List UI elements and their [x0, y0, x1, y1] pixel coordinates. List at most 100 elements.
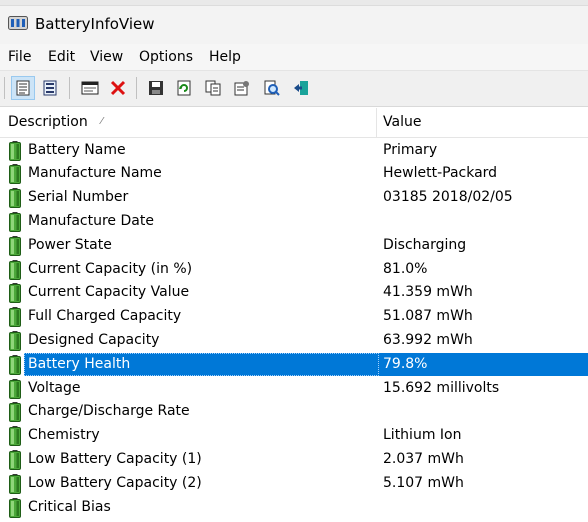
row-description: Low Battery Capacity (1)	[28, 450, 202, 467]
toolbar	[0, 70, 588, 107]
row-description: Power State	[28, 236, 112, 253]
row-value: Lithium Ion	[383, 427, 462, 444]
refresh-icon	[177, 80, 191, 96]
copy-button[interactable]	[201, 76, 225, 100]
properties-icon	[234, 81, 249, 96]
table-row[interactable]: Serial Number 03185 2018/02/05	[0, 186, 588, 210]
row-description: Charge/Discharge Rate	[28, 403, 190, 420]
table-row[interactable]: Battery Health 79.8%	[0, 352, 588, 377]
menu-view[interactable]: View	[90, 49, 123, 65]
table-row[interactable]: Designed Capacity 63.992 mWh	[0, 329, 588, 353]
row-description: Full Charged Capacity	[28, 308, 182, 325]
battery-icon	[9, 140, 21, 161]
row-description: Low Battery Capacity (2)	[28, 474, 202, 491]
column-header-description[interactable]: Description	[8, 114, 88, 130]
save-button[interactable]	[144, 76, 168, 100]
menu-file[interactable]: File	[8, 49, 31, 65]
row-description: Critical Bias	[28, 498, 111, 515]
row-value: 41.359 mWh	[383, 284, 473, 301]
toolbar-separator	[69, 77, 70, 99]
row-description: Battery Name	[28, 141, 126, 158]
toolbar-separator	[4, 77, 5, 99]
row-value: Hewlett-Packard	[383, 165, 498, 182]
table-row[interactable]: Voltage 15.692 millivolts	[0, 377, 588, 401]
delete-icon	[110, 80, 126, 96]
battery-icon	[9, 330, 21, 351]
table-row[interactable]: Current Capacity (in %) 81.0%	[0, 258, 588, 282]
menu-bar: File Edit View Options Help	[0, 44, 588, 70]
row-description: Designed Capacity	[28, 331, 160, 348]
battery-icon	[9, 235, 21, 256]
copy-icon	[205, 80, 221, 96]
battery-icon	[9, 497, 21, 518]
app-battery-icon	[8, 16, 28, 30]
table-row[interactable]: Current Capacity Value 41.359 mWh	[0, 281, 588, 305]
battery-icon	[9, 402, 21, 423]
row-description: Current Capacity Value	[28, 284, 190, 301]
battery-icon	[9, 188, 21, 209]
battery-icon	[9, 354, 21, 375]
table-row[interactable]: Chemistry Lithium Ion	[0, 424, 588, 448]
column-header-value[interactable]: Value	[383, 114, 421, 130]
refresh-button[interactable]	[172, 76, 196, 100]
battery-icon	[9, 307, 21, 328]
row-value: 51.087 mWh	[383, 308, 473, 325]
row-value: Primary	[383, 141, 438, 158]
menu-options[interactable]: Options	[139, 49, 193, 65]
save-icon	[149, 81, 163, 95]
row-value: 15.692 millivolts	[383, 379, 500, 396]
row-description: Voltage	[28, 379, 81, 396]
row-value: 03185 2018/02/05	[383, 189, 513, 206]
table-row[interactable]: Critical Bias	[0, 496, 588, 520]
column-divider[interactable]	[376, 108, 377, 138]
table-row[interactable]: Low Battery Capacity (2) 5.107 mWh	[0, 472, 588, 496]
row-value: 2.037 mWh	[383, 450, 464, 467]
table-row[interactable]: Manufacture Date	[0, 210, 588, 234]
row-description: Battery Health	[28, 355, 131, 372]
row-description: Manufacture Name	[28, 165, 162, 182]
properties-button[interactable]	[230, 76, 254, 100]
monitor-window-button[interactable]	[78, 76, 102, 100]
window-top-edge	[0, 0, 588, 6]
row-value: 5.107 mWh	[383, 474, 464, 491]
row-description: Chemistry	[28, 427, 100, 444]
table-row[interactable]: Power State Discharging	[0, 234, 588, 258]
table-row[interactable]: Full Charged Capacity 51.087 mWh	[0, 305, 588, 329]
battery-icon	[9, 283, 21, 304]
find-button[interactable]	[260, 76, 284, 100]
row-description: Current Capacity (in %)	[28, 260, 193, 277]
delete-button[interactable]	[106, 76, 130, 100]
title-bar: BatteryInfoView	[0, 0, 588, 44]
row-description: Serial Number	[28, 189, 129, 206]
toolbar-separator	[136, 77, 137, 99]
menu-edit[interactable]: Edit	[48, 49, 75, 65]
menu-help[interactable]: Help	[209, 49, 241, 65]
monitor-window-icon	[81, 81, 99, 95]
row-description: Manufacture Date	[28, 212, 154, 229]
battery-icon	[9, 211, 21, 232]
battery-icon	[9, 473, 21, 494]
log-view-icon	[43, 80, 57, 96]
window-title: BatteryInfoView	[35, 15, 155, 33]
battery-info-list[interactable]: Description ⁄ Value Battery Name Primary M…	[0, 108, 588, 522]
table-row[interactable]: Manufacture Name Hewlett-Packard	[0, 162, 588, 186]
exit-icon	[294, 81, 308, 95]
table-row[interactable]: Battery Name Primary	[0, 139, 588, 163]
battery-icon	[9, 449, 21, 470]
list-header: Description ⁄ Value	[0, 108, 588, 138]
row-value: 63.992 mWh	[383, 331, 473, 348]
general-info-icon	[16, 80, 30, 96]
log-view-button[interactable]	[38, 76, 62, 100]
battery-icon	[9, 378, 21, 399]
row-value: 79.8%	[383, 355, 428, 372]
general-info-button[interactable]	[11, 76, 35, 100]
table-row[interactable]: Charge/Discharge Rate	[0, 400, 588, 424]
battery-icon	[9, 164, 21, 185]
sort-indicator-icon: ⁄	[101, 116, 103, 127]
table-row[interactable]: Low Battery Capacity (1) 2.037 mWh	[0, 448, 588, 472]
row-value: 81.0%	[383, 260, 428, 277]
battery-icon	[9, 426, 21, 447]
find-icon	[264, 80, 280, 96]
battery-icon	[9, 259, 21, 280]
exit-button[interactable]	[289, 76, 313, 100]
